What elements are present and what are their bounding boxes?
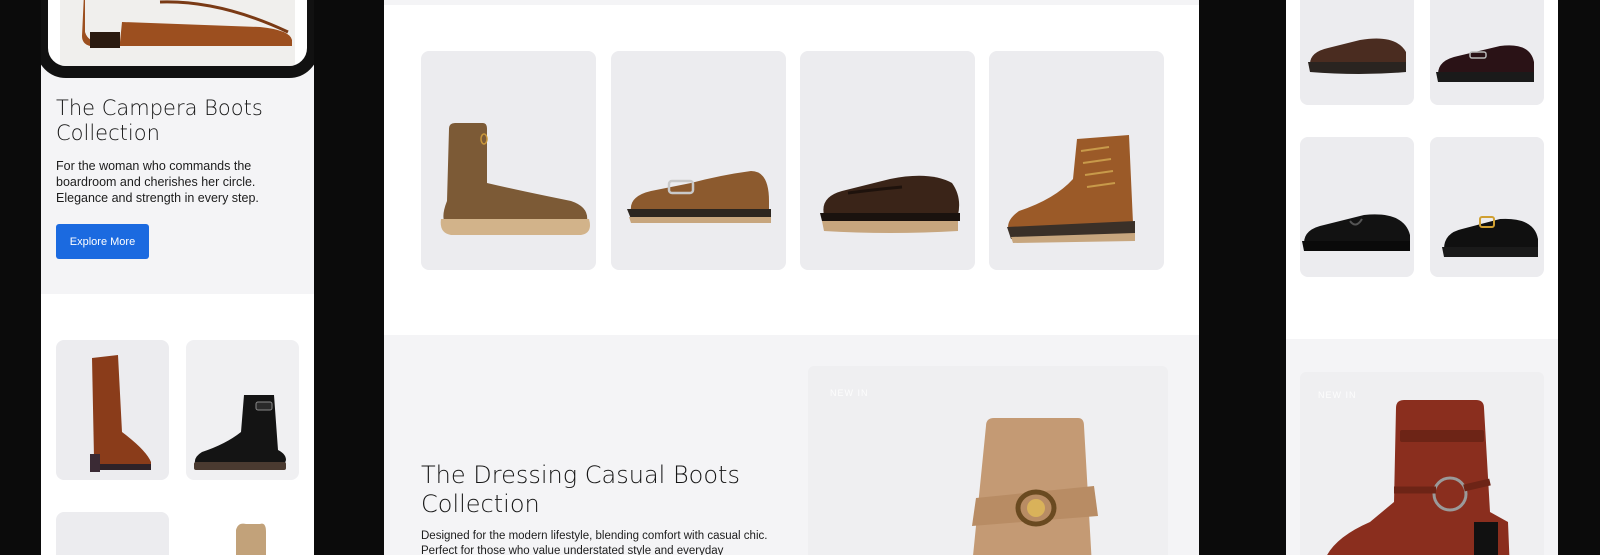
product-card[interactable] bbox=[421, 51, 596, 270]
new-in-tag: NEW IN bbox=[1318, 390, 1357, 400]
burgundy-loafer-image bbox=[1436, 45, 1534, 82]
boot-image-cognac-heeled bbox=[60, 0, 295, 66]
phone-mockup bbox=[41, 0, 314, 78]
collection-description: For the woman who commands the boardroom… bbox=[56, 159, 259, 205]
product-card[interactable] bbox=[800, 51, 975, 270]
black-horsebit-loafer-image bbox=[1442, 216, 1538, 257]
black-ankle-boot-image bbox=[194, 395, 286, 470]
product-card[interactable] bbox=[186, 512, 299, 555]
black-tassel-loafer-image bbox=[1302, 214, 1410, 251]
product-row bbox=[384, 5, 1199, 335]
explore-more-button[interactable]: Explore More bbox=[56, 224, 149, 259]
brown-chunky-loafer-image bbox=[1308, 38, 1406, 74]
product-grid bbox=[1286, 0, 1558, 339]
leather-penny-loafer-image bbox=[820, 175, 960, 233]
featured-product-card[interactable]: NEW IN bbox=[1300, 372, 1544, 555]
featured-product-card[interactable]: NEW IN bbox=[808, 366, 1168, 555]
product-card[interactable] bbox=[1430, 0, 1544, 105]
collection-title: The Dressing Casual Boots Collection bbox=[421, 461, 740, 518]
collection-title: The Campera Boots Collection bbox=[56, 96, 263, 145]
product-grid bbox=[41, 294, 314, 555]
product-card[interactable] bbox=[611, 51, 786, 270]
collection-description: Designed for the modern lifestyle, blend… bbox=[421, 530, 768, 555]
new-in-tag: NEW IN bbox=[830, 388, 869, 398]
collection-panel-campera: The Campera Boots Collection For the wom… bbox=[41, 0, 314, 555]
product-card[interactable] bbox=[1300, 137, 1414, 277]
product-card[interactable] bbox=[989, 51, 1164, 270]
product-card[interactable] bbox=[1300, 0, 1414, 105]
lace-up-suede-boot-image bbox=[1007, 135, 1135, 243]
product-grid-panel: NEW IN bbox=[1286, 0, 1558, 555]
product-card[interactable] bbox=[56, 512, 169, 555]
product-card[interactable] bbox=[1430, 137, 1544, 277]
suede-chelsea-boot-image bbox=[440, 123, 590, 235]
product-card[interactable] bbox=[56, 340, 169, 480]
collection-panel-dressing-casual: The Dressing Casual Boots Collection Des… bbox=[384, 0, 1199, 555]
product-card[interactable] bbox=[186, 340, 299, 480]
suede-loafer-image bbox=[627, 171, 771, 223]
tall-boot-image bbox=[90, 355, 151, 472]
